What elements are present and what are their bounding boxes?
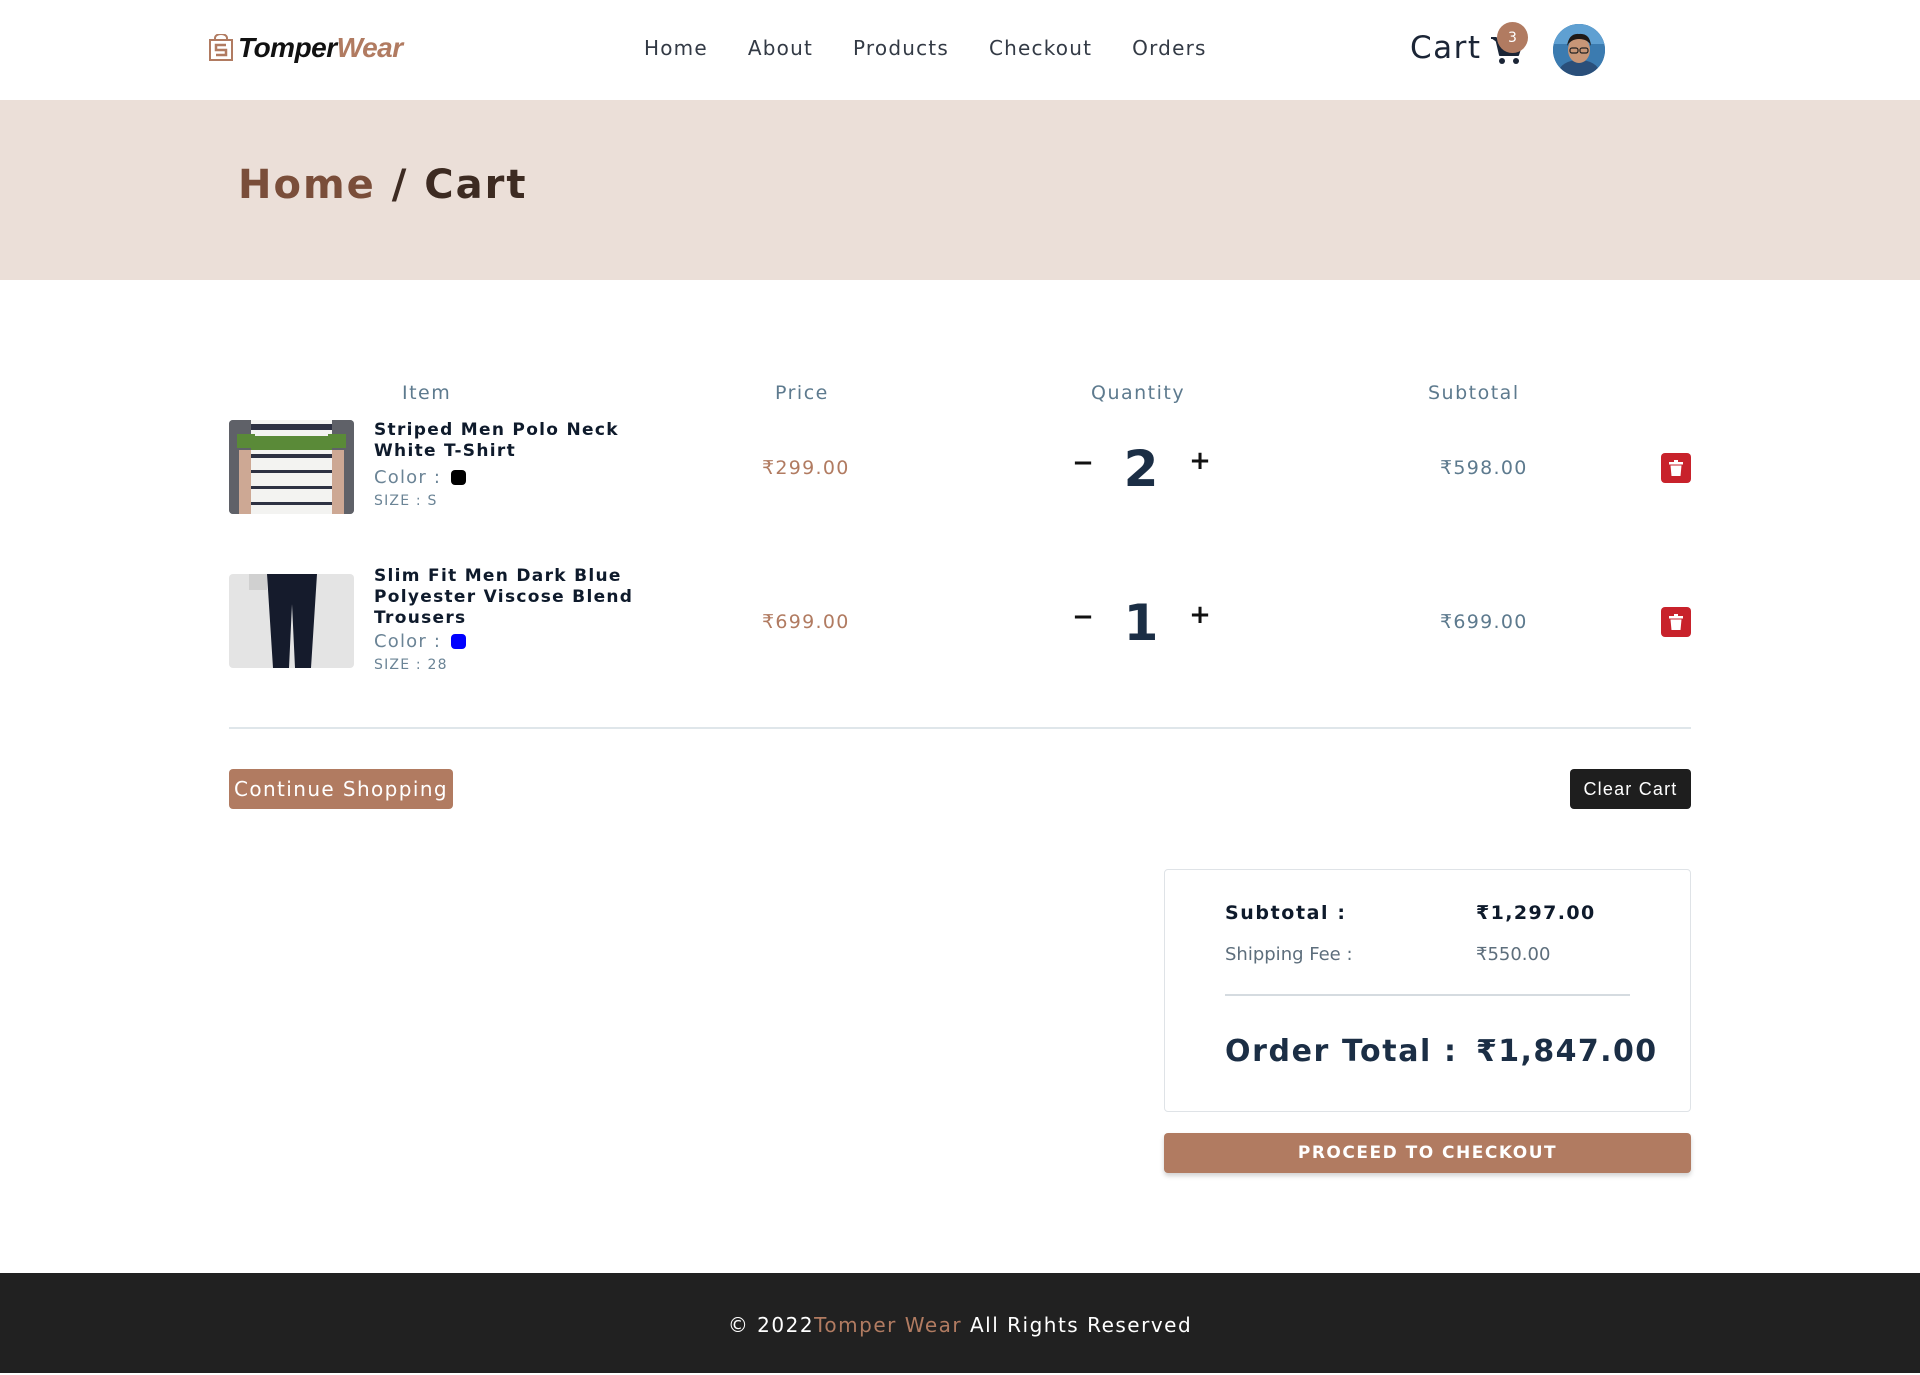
nav-about[interactable]: About [748, 36, 813, 60]
product-image [229, 574, 354, 668]
nav-products[interactable]: Products [853, 36, 949, 60]
cart-divider [229, 727, 1691, 729]
site-footer: © 2022Tomper Wear All Rights Reserved [0, 1273, 1920, 1373]
cart-label: Cart [1410, 30, 1482, 66]
main-nav: Home About Products Checkout Orders [644, 36, 1207, 60]
product-image [229, 420, 354, 514]
delete-item-button[interactable] [1661, 453, 1691, 483]
decrease-quantity-button[interactable]: − [1068, 448, 1098, 478]
color-swatch [451, 470, 467, 485]
breadcrumb-current: Cart [424, 162, 528, 208]
item-subtotal: ₹699.00 [1440, 611, 1528, 633]
decrease-quantity-button[interactable]: − [1068, 602, 1098, 632]
product-color: Color : [374, 467, 467, 488]
nav-checkout[interactable]: Checkout [989, 36, 1092, 60]
trash-icon [1669, 460, 1683, 476]
column-header-subtotal: Subtotal [1428, 382, 1520, 404]
column-header-item: Item [402, 382, 452, 404]
shipping-fee-value: ₹550.00 [1476, 944, 1551, 965]
avatar-image [1553, 24, 1605, 76]
product-price: ₹299.00 [762, 457, 850, 479]
cart-count-badge: 3 [1497, 22, 1528, 53]
footer-brand: Tomper Wear [814, 1313, 963, 1337]
footer-rights: All Rights Reserved [969, 1313, 1193, 1337]
increase-quantity-button[interactable]: + [1185, 446, 1215, 476]
site-header: TomperWear Home About Products Checkout … [0, 0, 1920, 100]
nav-home[interactable]: Home [644, 36, 708, 60]
product-size: SIZE : S [374, 493, 438, 509]
order-total-label: Order Total : [1225, 1034, 1458, 1069]
column-header-price: Price [775, 382, 829, 404]
footer-year: © 2022 [727, 1313, 815, 1337]
continue-shopping-button[interactable]: Continue Shopping [229, 769, 453, 809]
product-color: Color : [374, 631, 467, 652]
brand-name: TomperWear [238, 32, 403, 63]
breadcrumb-home-link[interactable]: Home [238, 162, 376, 208]
quantity-value: 2 [1123, 440, 1159, 498]
product-price: ₹699.00 [762, 611, 850, 633]
subtotal-label: Subtotal : [1225, 902, 1347, 924]
color-swatch [451, 634, 467, 649]
trash-icon [1669, 614, 1683, 630]
footer-copyright: © 2022Tomper Wear All Rights Reserved [0, 1313, 1920, 1337]
breadcrumb-banner: Home / Cart [0, 100, 1920, 280]
order-total-value: ₹1,847.00 [1476, 1034, 1658, 1069]
product-name[interactable]: Slim Fit Men Dark Blue Polyester Viscose… [374, 566, 654, 629]
cart-item-row: Slim Fit Men Dark Blue Polyester Viscose… [229, 566, 1691, 674]
user-avatar[interactable] [1553, 24, 1605, 76]
shipping-fee-label: Shipping Fee : [1225, 944, 1353, 965]
shopping-bag-logo-icon [209, 34, 233, 61]
brand-logo[interactable]: TomperWear [208, 30, 403, 66]
color-label: Color : [374, 631, 442, 652]
quantity-value: 1 [1123, 594, 1159, 652]
product-size: SIZE : 28 [374, 657, 448, 673]
clear-cart-button[interactable]: Clear Cart [1570, 769, 1691, 809]
column-header-quantity: Quantity [1091, 382, 1186, 404]
breadcrumb: Home / Cart [238, 162, 527, 208]
color-label: Color : [374, 467, 442, 488]
item-subtotal: ₹598.00 [1440, 457, 1528, 479]
increase-quantity-button[interactable]: + [1185, 600, 1215, 630]
cart-item-row: Striped Men Polo Neck White T-Shirt Colo… [229, 420, 1691, 520]
delete-item-button[interactable] [1661, 607, 1691, 637]
subtotal-value: ₹1,297.00 [1476, 902, 1596, 924]
breadcrumb-separator: / [391, 162, 409, 208]
order-totals-box: Subtotal : ₹1,297.00 Shipping Fee : ₹550… [1164, 869, 1691, 1112]
totals-divider [1225, 994, 1630, 996]
product-name[interactable]: Striped Men Polo Neck White T-Shirt [374, 420, 654, 462]
proceed-to-checkout-button[interactable]: PROCEED TO CHECKOUT [1164, 1133, 1691, 1173]
nav-orders[interactable]: Orders [1132, 36, 1206, 60]
